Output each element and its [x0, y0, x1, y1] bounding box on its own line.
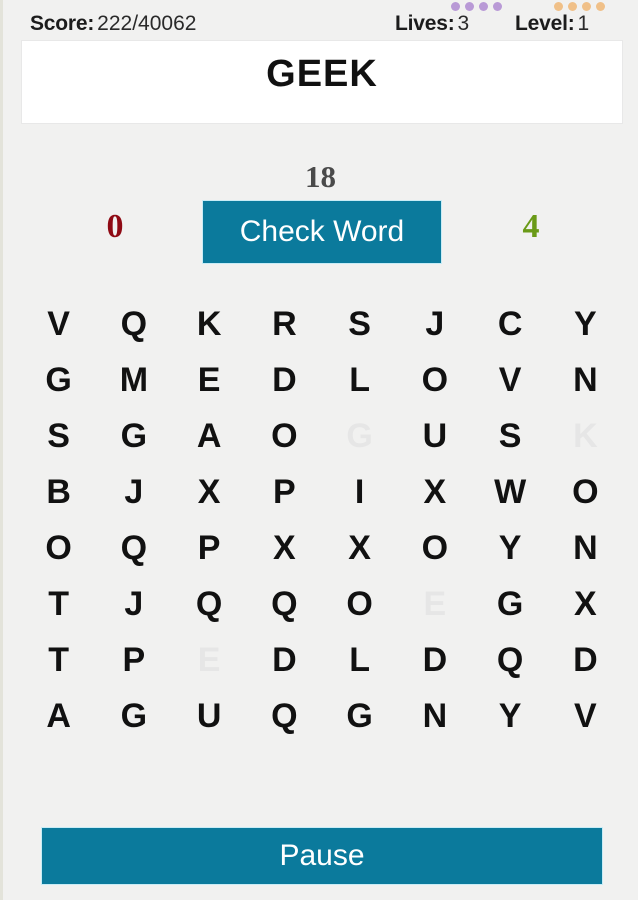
target-word: GEEK [266, 53, 378, 95]
indicator-dot [554, 2, 563, 11]
grid-letter-r4-c5[interactable]: I [322, 464, 397, 520]
lives-display: Lives: 3 [395, 12, 469, 36]
indicator-dot [465, 2, 474, 11]
grid-letter-r3-c5[interactable]: G [322, 408, 397, 464]
grid-letter-r2-c3[interactable]: E [172, 352, 247, 408]
grid-letter-r2-c2[interactable]: M [96, 352, 171, 408]
grid-letter-r3-c6[interactable]: U [397, 408, 472, 464]
lives-value: 3 [457, 12, 470, 35]
grid-letter-r2-c7[interactable]: V [473, 352, 548, 408]
grid-letter-r8-c2[interactable]: G [96, 688, 171, 744]
grid-letter-r2-c4[interactable]: D [247, 352, 322, 408]
indicator-dot [451, 2, 460, 11]
grid-letter-r5-c4[interactable]: X [247, 520, 322, 576]
grid-letter-r6-c7[interactable]: G [473, 576, 548, 632]
grid-letter-r1-c6[interactable]: J [397, 296, 472, 352]
grid-letter-r8-c5[interactable]: G [322, 688, 397, 744]
timer-value: 18 [305, 159, 336, 194]
grid-letter-r5-c2[interactable]: Q [96, 520, 171, 576]
indicator-dot [493, 2, 502, 11]
grid-letter-r3-c4[interactable]: O [247, 408, 322, 464]
grid-letter-r8-c8[interactable]: V [548, 688, 623, 744]
grid-letter-r2-c1[interactable]: G [21, 352, 96, 408]
grid-letter-r8-c3[interactable]: U [172, 688, 247, 744]
grid-letter-r3-c2[interactable]: G [96, 408, 171, 464]
grid-letter-r2-c5[interactable]: L [322, 352, 397, 408]
grid-letter-r8-c1[interactable]: A [21, 688, 96, 744]
grid-letter-r4-c2[interactable]: J [96, 464, 171, 520]
score-display: Score: 222/40062 [30, 12, 196, 36]
check-word-button[interactable]: Check Word [202, 200, 442, 264]
grid-letter-r1-c3[interactable]: K [172, 296, 247, 352]
grid-letter-r5-c6[interactable]: O [397, 520, 472, 576]
grid-letter-r3-c7[interactable]: S [473, 408, 548, 464]
letter-grid[interactable]: VQKRSJCYGMEDLOVNSGAOGUSKBJXPIXWOOQPXXOYN… [21, 296, 623, 744]
grid-letter-r7-c4[interactable]: D [247, 632, 322, 688]
lives-label: Lives: [395, 12, 455, 35]
grid-letter-r6-c2[interactable]: J [96, 576, 171, 632]
grid-letter-r6-c4[interactable]: Q [247, 576, 322, 632]
grid-letter-r7-c3[interactable]: E [172, 632, 247, 688]
grid-letter-r7-c2[interactable]: P [96, 632, 171, 688]
grid-letter-r8-c4[interactable]: Q [247, 688, 322, 744]
grid-letter-r1-c2[interactable]: Q [96, 296, 171, 352]
level-value: 1 [577, 12, 590, 35]
indicator-dot [568, 2, 577, 11]
grid-letter-r1-c1[interactable]: V [21, 296, 96, 352]
grid-letter-r6-c1[interactable]: T [21, 576, 96, 632]
grid-letter-r4-c3[interactable]: X [172, 464, 247, 520]
purple-dots-indicator [451, 2, 502, 11]
grid-letter-r1-c7[interactable]: C [473, 296, 548, 352]
grid-letter-r7-c6[interactable]: D [397, 632, 472, 688]
level-display: Level: 1 [515, 12, 589, 36]
grid-letter-r5-c7[interactable]: Y [473, 520, 548, 576]
target-word-panel: GEEK [21, 40, 623, 124]
grid-letter-r4-c7[interactable]: W [473, 464, 548, 520]
correct-count: 4 [522, 208, 540, 245]
grid-letter-r1-c8[interactable]: Y [548, 296, 623, 352]
grid-letter-r5-c3[interactable]: P [172, 520, 247, 576]
indicator-dot [596, 2, 605, 11]
score-label: Score: [30, 12, 95, 35]
grid-letter-r3-c8[interactable]: K [548, 408, 623, 464]
grid-letter-r3-c1[interactable]: S [21, 408, 96, 464]
grid-letter-r6-c6[interactable]: E [397, 576, 472, 632]
grid-letter-r6-c5[interactable]: O [322, 576, 397, 632]
status-bar: Score: 222/40062 Lives: 3 Level: 1 [3, 0, 638, 38]
grid-letter-r6-c8[interactable]: X [548, 576, 623, 632]
grid-letter-r7-c8[interactable]: D [548, 632, 623, 688]
grid-letter-r1-c4[interactable]: R [247, 296, 322, 352]
grid-letter-r7-c7[interactable]: Q [473, 632, 548, 688]
grid-letter-r2-c6[interactable]: O [397, 352, 472, 408]
level-label: Level: [515, 12, 575, 35]
grid-letter-r2-c8[interactable]: N [548, 352, 623, 408]
orange-dots-indicator [554, 2, 605, 11]
grid-letter-r8-c6[interactable]: N [397, 688, 472, 744]
grid-letter-r7-c5[interactable]: L [322, 632, 397, 688]
grid-letter-r7-c1[interactable]: T [21, 632, 96, 688]
grid-letter-r8-c7[interactable]: Y [473, 688, 548, 744]
grid-letter-r5-c5[interactable]: X [322, 520, 397, 576]
score-value: 222/40062 [97, 12, 197, 35]
grid-letter-r6-c3[interactable]: Q [172, 576, 247, 632]
grid-letter-r5-c8[interactable]: N [548, 520, 623, 576]
grid-letter-r4-c8[interactable]: O [548, 464, 623, 520]
pause-button[interactable]: Pause [41, 827, 603, 885]
grid-letter-r4-c6[interactable]: X [397, 464, 472, 520]
grid-letter-r4-c4[interactable]: P [247, 464, 322, 520]
game-screen: Score: 222/40062 Lives: 3 Level: 1 GEEK 18 … [0, 0, 638, 900]
indicator-dot [479, 2, 488, 11]
indicator-dot [582, 2, 591, 11]
wrong-count: 0 [106, 208, 124, 245]
grid-letter-r5-c1[interactable]: O [21, 520, 96, 576]
grid-letter-r4-c1[interactable]: B [21, 464, 96, 520]
grid-letter-r3-c3[interactable]: A [172, 408, 247, 464]
grid-letter-r1-c5[interactable]: S [322, 296, 397, 352]
